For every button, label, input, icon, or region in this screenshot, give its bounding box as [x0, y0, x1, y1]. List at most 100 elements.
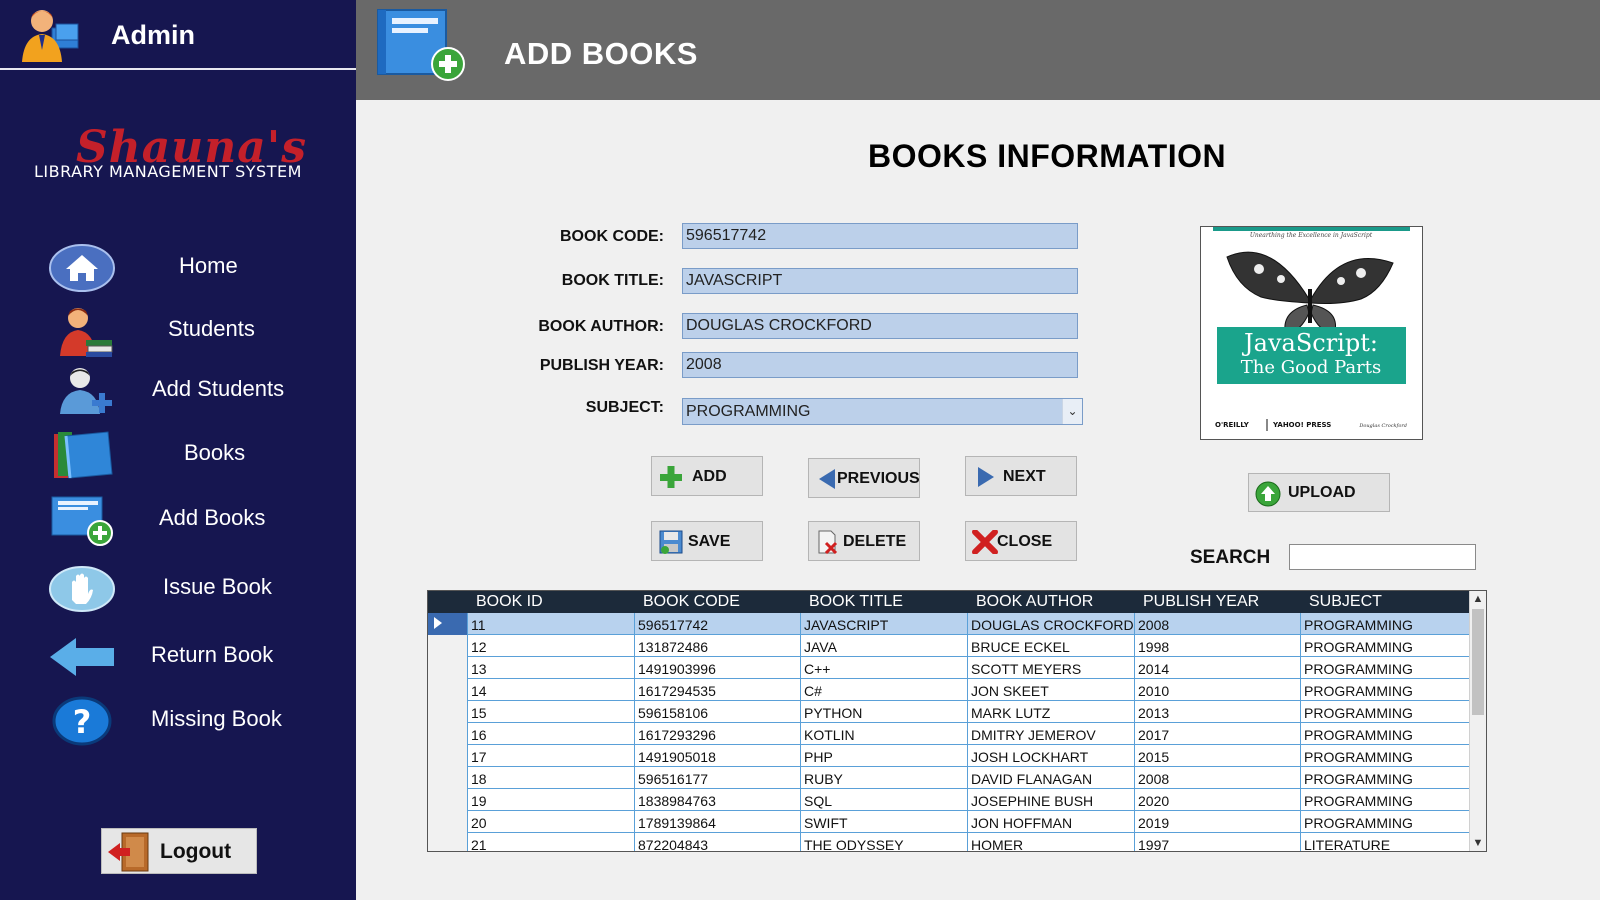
table-row[interactable]: 12 131872486 JAVA BRUCE ECKEL 1998 PROGRAMMIN… — [428, 635, 1470, 657]
table-cell[interactable]: 15 — [468, 701, 635, 723]
row-header[interactable] — [428, 811, 468, 833]
scroll-down-arrow-icon[interactable]: ▼ — [1470, 835, 1486, 851]
table-cell[interactable]: 2017 — [1135, 723, 1301, 745]
row-header[interactable] — [428, 701, 468, 723]
table-cell[interactable]: 2013 — [1135, 701, 1301, 723]
logout-button[interactable]: Logout — [101, 828, 257, 874]
table-cell[interactable]: PROGRAMMING — [1301, 745, 1470, 767]
table-cell[interactable]: 14 — [468, 679, 635, 701]
table-cell[interactable]: PROGRAMMING — [1301, 811, 1470, 833]
row-header[interactable] — [428, 745, 468, 767]
table-cell[interactable]: JOSEPHINE BUSH — [968, 789, 1135, 811]
table-cell[interactable]: PROGRAMMING — [1301, 701, 1470, 723]
sidebar-item-issue-book[interactable]: Issue Book — [0, 560, 356, 618]
sidebar-item-add-books[interactable]: Add Books — [0, 491, 356, 549]
sidebar-item-add-students[interactable]: Add Students — [0, 362, 356, 420]
table-cell[interactable]: HOMER — [968, 833, 1135, 851]
table-cell[interactable]: 21 — [468, 833, 635, 851]
table-cell[interactable]: PROGRAMMING — [1301, 635, 1470, 657]
table-cell[interactable]: 18 — [468, 767, 635, 789]
add-button[interactable]: ADD — [651, 456, 763, 496]
table-cell[interactable]: 11 — [468, 613, 635, 635]
sidebar-item-home[interactable]: Home — [0, 239, 356, 297]
table-cell[interactable]: SQL — [801, 789, 968, 811]
table-cell[interactable]: THE ODYSSEY — [801, 833, 968, 851]
table-cell[interactable]: DMITRY JEMEROV — [968, 723, 1135, 745]
table-cell[interactable]: 13 — [468, 657, 635, 679]
table-cell[interactable]: 131872486 — [635, 635, 801, 657]
search-input[interactable] — [1289, 544, 1476, 570]
table-row[interactable]: 13 1491903996 C++ SCOTT MEYERS 2014 PROGRAMMI… — [428, 657, 1470, 679]
table-row[interactable]: 20 1789139864 SWIFT JON HOFFMAN 2019 PROGRAMM… — [428, 811, 1470, 833]
table-cell[interactable]: JOSH LOCKHART — [968, 745, 1135, 767]
sidebar-item-missing-book[interactable]: ? Missing Book — [0, 692, 356, 750]
column-header-book-code[interactable]: BOOK CODE — [643, 593, 740, 611]
table-cell[interactable]: 1491905018 — [635, 745, 801, 767]
sidebar-item-books[interactable]: Books — [0, 426, 356, 484]
sidebar-item-students[interactable]: Students — [0, 302, 356, 360]
table-cell[interactable]: DOUGLAS CROCKFORD — [968, 613, 1135, 635]
table-row[interactable]: 16 1617293296 KOTLIN DMITRY JEMEROV 2017 PROG… — [428, 723, 1470, 745]
table-cell[interactable]: JAVASCRIPT — [801, 613, 968, 635]
book-code-field[interactable] — [682, 223, 1078, 249]
table-cell[interactable]: PHP — [801, 745, 968, 767]
table-row[interactable]: 11 596517742 JAVASCRIPT DOUGLAS CROCKFORD 20… — [428, 613, 1470, 635]
table-cell[interactable]: DAVID FLANAGAN — [968, 767, 1135, 789]
table-cell[interactable]: 19 — [468, 789, 635, 811]
table-cell[interactable]: 1789139864 — [635, 811, 801, 833]
row-header[interactable] — [428, 833, 468, 851]
table-cell[interactable]: 1998 — [1135, 635, 1301, 657]
row-header[interactable] — [428, 679, 468, 701]
table-cell[interactable]: LITERATURE — [1301, 833, 1470, 851]
table-cell[interactable]: 872204843 — [635, 833, 801, 851]
row-header[interactable] — [428, 613, 468, 635]
table-cell[interactable]: C# — [801, 679, 968, 701]
save-button[interactable]: SAVE — [651, 521, 763, 561]
publish-year-field[interactable] — [682, 352, 1078, 378]
column-header-subject[interactable]: SUBJECT — [1309, 593, 1382, 611]
table-cell[interactable]: 1617293296 — [635, 723, 801, 745]
row-header[interactable] — [428, 767, 468, 789]
previous-button[interactable]: PREVIOUS — [808, 458, 920, 498]
table-cell[interactable]: SCOTT MEYERS — [968, 657, 1135, 679]
table-cell[interactable]: 596516177 — [635, 767, 801, 789]
column-header-book-title[interactable]: BOOK TITLE — [809, 593, 903, 611]
table-cell[interactable]: JON SKEET — [968, 679, 1135, 701]
table-row[interactable]: 14 1617294535 C# JON SKEET 2010 PROGRAMMING — [428, 679, 1470, 701]
scroll-thumb[interactable] — [1472, 609, 1484, 715]
table-cell[interactable]: PROGRAMMING — [1301, 657, 1470, 679]
table-cell[interactable]: 2010 — [1135, 679, 1301, 701]
table-cell[interactable]: PROGRAMMING — [1301, 613, 1470, 635]
books-table[interactable]: BOOK ID BOOK CODE BOOK TITLE BOOK AUTHOR… — [427, 590, 1487, 852]
table-cell[interactable]: 1838984763 — [635, 789, 801, 811]
chevron-down-icon[interactable]: ⌄ — [1062, 399, 1082, 424]
table-row[interactable]: 17 1491905018 PHP JOSH LOCKHART 2015 PROGRAMM… — [428, 745, 1470, 767]
table-row[interactable]: 19 1838984763 SQL JOSEPHINE BUSH 2020 PROGRAM… — [428, 789, 1470, 811]
table-cell[interactable]: 2014 — [1135, 657, 1301, 679]
table-cell[interactable]: 20 — [468, 811, 635, 833]
table-cell[interactable]: 2020 — [1135, 789, 1301, 811]
table-cell[interactable]: PYTHON — [801, 701, 968, 723]
table-cell[interactable]: MARK LUTZ — [968, 701, 1135, 723]
table-cell[interactable]: 596158106 — [635, 701, 801, 723]
table-row[interactable]: 15 596158106 PYTHON MARK LUTZ 2013 PROGRAMMIN… — [428, 701, 1470, 723]
close-button[interactable]: CLOSE — [965, 521, 1077, 561]
row-header[interactable] — [428, 723, 468, 745]
table-cell[interactable]: KOTLIN — [801, 723, 968, 745]
upload-button[interactable]: UPLOAD — [1248, 473, 1390, 512]
book-title-field[interactable] — [682, 268, 1078, 294]
table-cell[interactable]: 2015 — [1135, 745, 1301, 767]
table-cell[interactable]: SWIFT — [801, 811, 968, 833]
table-cell[interactable]: PROGRAMMING — [1301, 679, 1470, 701]
table-cell[interactable]: 1491903996 — [635, 657, 801, 679]
book-author-field[interactable] — [682, 313, 1078, 339]
table-cell[interactable]: RUBY — [801, 767, 968, 789]
table-cell[interactable]: PROGRAMMING — [1301, 789, 1470, 811]
row-header[interactable] — [428, 635, 468, 657]
table-cell[interactable]: 596517742 — [635, 613, 801, 635]
scroll-up-arrow-icon[interactable]: ▲ — [1470, 591, 1486, 607]
table-cell[interactable]: JAVA — [801, 635, 968, 657]
table-cell[interactable]: 2008 — [1135, 767, 1301, 789]
column-header-book-author[interactable]: BOOK AUTHOR — [976, 593, 1093, 611]
table-cell[interactable]: 17 — [468, 745, 635, 767]
